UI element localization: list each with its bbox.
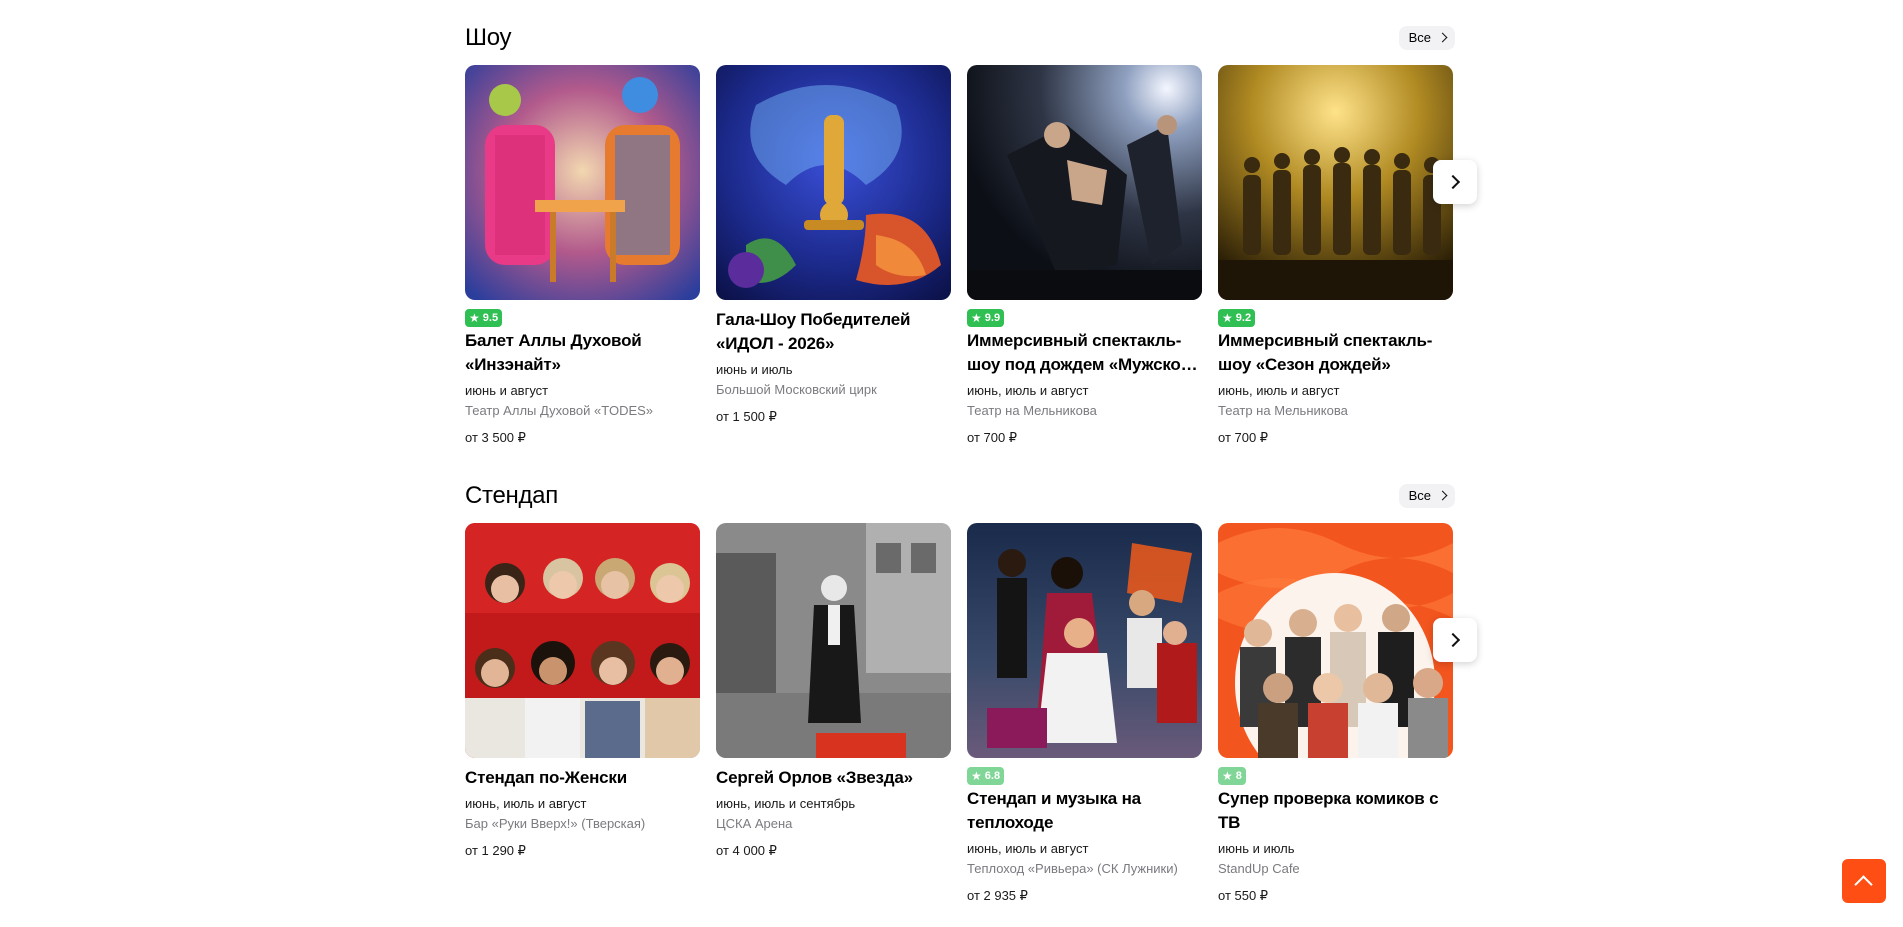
event-title[interactable]: Балет Аллы Духовой «Инзэнайт» — [465, 329, 700, 377]
event-title[interactable]: Стендап по-Женски — [465, 766, 700, 790]
chevron-right-icon — [1437, 32, 1448, 43]
event-venue[interactable]: Теплоход «Ривьера» (СК Лужники) — [967, 861, 1202, 877]
chevron-right-icon — [1445, 632, 1461, 648]
event-title[interactable]: Иммерсивный спектакль-шоу «Сезон дождей» — [1218, 329, 1453, 377]
event-price: от 1 500 ₽ — [716, 409, 777, 424]
star-icon: ★ — [469, 311, 480, 325]
rating-value: 9.5 — [482, 312, 499, 324]
event-date: июнь и август — [465, 383, 549, 398]
section-header: Шоу Все — [465, 20, 1455, 54]
event-price: от 4 000 ₽ — [716, 843, 777, 858]
event-poster-image[interactable] — [1218, 65, 1453, 300]
event-date: июнь, июль и август — [1218, 383, 1340, 398]
event-date: июнь, июль и август — [967, 841, 1089, 856]
event-venue[interactable]: ЦСКА Арена — [716, 816, 951, 832]
see-all-button[interactable]: Все — [1398, 484, 1455, 508]
rating-badge: ★ 9.9 — [967, 309, 1005, 327]
chevron-up-icon — [1854, 875, 1873, 894]
event-price: от 700 ₽ — [1218, 430, 1269, 445]
chevron-right-icon — [1437, 490, 1448, 501]
event-date: июнь и июль — [1218, 841, 1295, 856]
section-standup: Стендап Все Стендап по-Женски июнь, июль… — [465, 478, 1477, 903]
event-date: июнь, июль и август — [967, 383, 1089, 398]
star-icon: ★ — [1222, 311, 1233, 325]
card-carousel: Стендап по-Женски июнь, июль и август Ба… — [465, 523, 1477, 903]
rating-badge: ★ 6.8 — [967, 767, 1005, 785]
section-title: Шоу — [465, 24, 512, 51]
rating-badge: ★ 9.2 — [1218, 309, 1256, 327]
section-show: Шоу Все ★ 9.5 Балет Аллы Духовой «Инзэна… — [465, 20, 1477, 445]
see-all-label: Все — [1408, 30, 1431, 45]
carousel-next-button[interactable] — [1433, 618, 1477, 662]
see-all-label: Все — [1408, 488, 1431, 503]
event-venue[interactable]: Театр на Мельникова — [1218, 403, 1453, 419]
card-carousel: ★ 9.5 Балет Аллы Духовой «Инзэнайт» июнь… — [465, 65, 1477, 445]
event-card[interactable]: Гала-Шоу Победителей «ИДОЛ - 2026» июнь … — [716, 65, 951, 425]
event-poster-image[interactable] — [465, 523, 700, 758]
event-venue[interactable]: Театр на Мельникова — [967, 403, 1202, 419]
event-poster-image[interactable] — [1218, 523, 1453, 758]
event-date: июнь, июль и сентябрь — [716, 796, 856, 811]
event-poster-image[interactable] — [967, 523, 1202, 758]
section-header: Стендап Все — [465, 478, 1455, 512]
star-icon: ★ — [971, 311, 982, 325]
event-price: от 2 935 ₽ — [967, 888, 1028, 903]
event-price: от 550 ₽ — [1218, 888, 1269, 903]
see-all-button[interactable]: Все — [1398, 26, 1455, 50]
carousel-next-button[interactable] — [1433, 160, 1477, 204]
event-price: от 700 ₽ — [967, 430, 1018, 445]
event-venue[interactable]: Бар «Руки Вверх!» (Тверская) — [465, 816, 700, 832]
event-venue[interactable]: Большой Московский цирк — [716, 382, 951, 398]
section-title: Стендап — [465, 482, 558, 509]
scroll-to-top-button[interactable] — [1842, 859, 1886, 903]
rating-value: 9.2 — [1235, 312, 1252, 324]
event-venue[interactable]: Театр Аллы Духовой «TODES» — [465, 403, 700, 419]
event-poster-image[interactable] — [465, 65, 700, 300]
event-venue[interactable]: StandUp Cafe — [1218, 861, 1453, 877]
chevron-right-icon — [1445, 174, 1461, 190]
event-card[interactable]: ★ 9.5 Балет Аллы Духовой «Инзэнайт» июнь… — [465, 65, 700, 446]
event-card[interactable]: ★ 6.8 Стендап и музыка на теплоходе июнь… — [967, 523, 1202, 904]
event-price: от 1 290 ₽ — [465, 843, 526, 858]
event-card[interactable]: ★ 9.9 Иммерсивный спектакль-шоу под дожд… — [967, 65, 1202, 446]
event-poster-image[interactable] — [716, 523, 951, 758]
event-date: июнь и июль — [716, 362, 793, 377]
rating-badge: ★ 8 — [1218, 767, 1246, 785]
event-title[interactable]: Гала-Шоу Победителей «ИДОЛ - 2026» — [716, 308, 951, 356]
star-icon: ★ — [1222, 769, 1233, 783]
rating-value: 9.9 — [984, 312, 1001, 324]
rating-badge: ★ 9.5 — [465, 309, 503, 327]
event-title[interactable]: Супер проверка комиков с ТВ — [1218, 787, 1453, 835]
event-price: от 3 500 ₽ — [465, 430, 526, 445]
event-card[interactable]: Стендап по-Женски июнь, июль и август Ба… — [465, 523, 700, 859]
event-title[interactable]: Стендап и музыка на теплоходе — [967, 787, 1202, 835]
rating-value: 8 — [1235, 770, 1242, 782]
event-poster-image[interactable] — [967, 65, 1202, 300]
rating-value: 6.8 — [984, 770, 1001, 782]
star-icon: ★ — [971, 769, 982, 783]
event-title[interactable]: Иммерсивный спектакль-шоу под дождем «Му… — [967, 329, 1202, 377]
event-card[interactable]: Сергей Орлов «Звезда» июнь, июль и сентя… — [716, 523, 951, 859]
event-date: июнь, июль и август — [465, 796, 587, 811]
event-card[interactable]: ★ 8 Супер проверка комиков с ТВ июнь и и… — [1218, 523, 1453, 904]
event-poster-image[interactable] — [716, 65, 951, 300]
event-card[interactable]: ★ 9.2 Иммерсивный спектакль-шоу «Сезон д… — [1218, 65, 1453, 446]
event-title[interactable]: Сергей Орлов «Звезда» — [716, 766, 951, 790]
